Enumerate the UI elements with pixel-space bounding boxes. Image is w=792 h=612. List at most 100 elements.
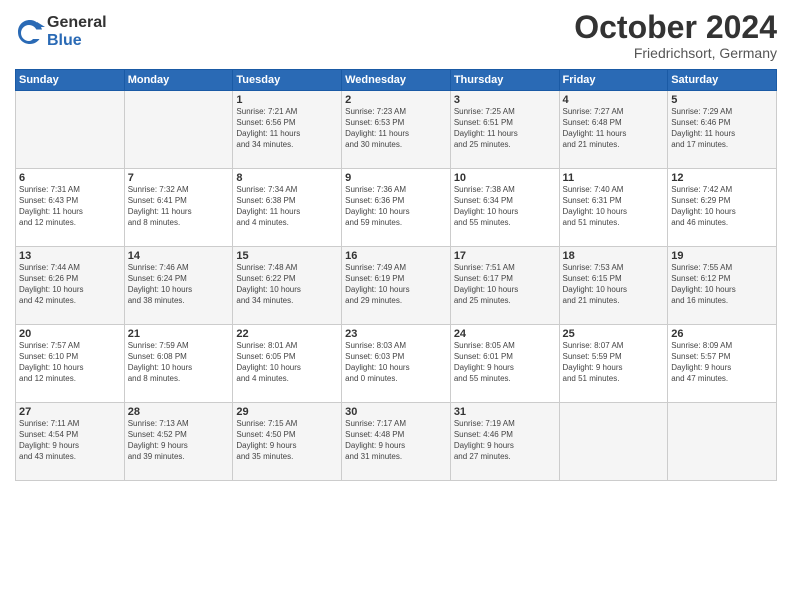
day-cell: 3Sunrise: 7:25 AMSunset: 6:51 PMDaylight…	[450, 91, 559, 169]
day-cell: 2Sunrise: 7:23 AMSunset: 6:53 PMDaylight…	[342, 91, 451, 169]
day-info: Sunrise: 7:21 AMSunset: 6:56 PMDaylight:…	[236, 107, 338, 150]
day-number: 7	[128, 172, 230, 184]
day-info: Sunrise: 7:13 AMSunset: 4:52 PMDaylight:…	[128, 419, 230, 462]
day-number: 27	[19, 406, 121, 418]
col-sunday: Sunday	[16, 70, 125, 91]
day-cell: 13Sunrise: 7:44 AMSunset: 6:26 PMDayligh…	[16, 247, 125, 325]
week-row-5: 27Sunrise: 7:11 AMSunset: 4:54 PMDayligh…	[16, 403, 777, 481]
day-cell: 23Sunrise: 8:03 AMSunset: 6:03 PMDayligh…	[342, 325, 451, 403]
day-info: Sunrise: 7:59 AMSunset: 6:08 PMDaylight:…	[128, 341, 230, 384]
day-number: 8	[236, 172, 338, 184]
day-cell: 19Sunrise: 7:55 AMSunset: 6:12 PMDayligh…	[668, 247, 777, 325]
day-cell: 29Sunrise: 7:15 AMSunset: 4:50 PMDayligh…	[233, 403, 342, 481]
calendar-table: Sunday Monday Tuesday Wednesday Thursday…	[15, 69, 777, 481]
day-cell: 21Sunrise: 7:59 AMSunset: 6:08 PMDayligh…	[124, 325, 233, 403]
col-thursday: Thursday	[450, 70, 559, 91]
day-number: 22	[236, 328, 338, 340]
day-number: 23	[345, 328, 447, 340]
logo-text: General Blue	[47, 14, 107, 49]
day-info: Sunrise: 7:51 AMSunset: 6:17 PMDaylight:…	[454, 263, 556, 306]
day-cell: 30Sunrise: 7:17 AMSunset: 4:48 PMDayligh…	[342, 403, 451, 481]
day-info: Sunrise: 7:36 AMSunset: 6:36 PMDaylight:…	[345, 185, 447, 228]
day-number: 26	[671, 328, 773, 340]
day-number: 20	[19, 328, 121, 340]
day-cell: 26Sunrise: 8:09 AMSunset: 5:57 PMDayligh…	[668, 325, 777, 403]
day-info: Sunrise: 8:09 AMSunset: 5:57 PMDaylight:…	[671, 341, 773, 384]
day-number: 31	[454, 406, 556, 418]
day-cell: 4Sunrise: 7:27 AMSunset: 6:48 PMDaylight…	[559, 91, 668, 169]
day-info: Sunrise: 8:05 AMSunset: 6:01 PMDaylight:…	[454, 341, 556, 384]
day-cell	[559, 403, 668, 481]
col-saturday: Saturday	[668, 70, 777, 91]
calendar-page: General Blue October 2024 Friedrichsort,…	[0, 0, 792, 612]
day-number: 30	[345, 406, 447, 418]
day-number: 21	[128, 328, 230, 340]
day-number: 13	[19, 250, 121, 262]
day-number: 2	[345, 94, 447, 106]
day-number: 24	[454, 328, 556, 340]
day-cell: 25Sunrise: 8:07 AMSunset: 5:59 PMDayligh…	[559, 325, 668, 403]
day-info: Sunrise: 7:44 AMSunset: 6:26 PMDaylight:…	[19, 263, 121, 306]
day-number: 10	[454, 172, 556, 184]
day-cell: 24Sunrise: 8:05 AMSunset: 6:01 PMDayligh…	[450, 325, 559, 403]
day-number: 17	[454, 250, 556, 262]
logo-general-text: General	[47, 14, 107, 32]
location-subtitle: Friedrichsort, Germany	[574, 45, 777, 61]
day-info: Sunrise: 8:01 AMSunset: 6:05 PMDaylight:…	[236, 341, 338, 384]
day-info: Sunrise: 7:32 AMSunset: 6:41 PMDaylight:…	[128, 185, 230, 228]
day-info: Sunrise: 7:29 AMSunset: 6:46 PMDaylight:…	[671, 107, 773, 150]
day-number: 18	[563, 250, 665, 262]
col-wednesday: Wednesday	[342, 70, 451, 91]
logo-icon	[15, 17, 45, 47]
col-monday: Monday	[124, 70, 233, 91]
day-cell: 20Sunrise: 7:57 AMSunset: 6:10 PMDayligh…	[16, 325, 125, 403]
day-cell: 12Sunrise: 7:42 AMSunset: 6:29 PMDayligh…	[668, 169, 777, 247]
day-cell: 14Sunrise: 7:46 AMSunset: 6:24 PMDayligh…	[124, 247, 233, 325]
day-cell: 15Sunrise: 7:48 AMSunset: 6:22 PMDayligh…	[233, 247, 342, 325]
day-info: Sunrise: 7:53 AMSunset: 6:15 PMDaylight:…	[563, 263, 665, 306]
day-number: 14	[128, 250, 230, 262]
day-cell: 28Sunrise: 7:13 AMSunset: 4:52 PMDayligh…	[124, 403, 233, 481]
day-number: 6	[19, 172, 121, 184]
day-info: Sunrise: 7:31 AMSunset: 6:43 PMDaylight:…	[19, 185, 121, 228]
header-row: Sunday Monday Tuesday Wednesday Thursday…	[16, 70, 777, 91]
day-info: Sunrise: 8:03 AMSunset: 6:03 PMDaylight:…	[345, 341, 447, 384]
day-info: Sunrise: 8:07 AMSunset: 5:59 PMDaylight:…	[563, 341, 665, 384]
title-block: October 2024 Friedrichsort, Germany	[574, 10, 777, 61]
day-number: 15	[236, 250, 338, 262]
col-friday: Friday	[559, 70, 668, 91]
day-number: 29	[236, 406, 338, 418]
day-cell: 1Sunrise: 7:21 AMSunset: 6:56 PMDaylight…	[233, 91, 342, 169]
day-cell: 6Sunrise: 7:31 AMSunset: 6:43 PMDaylight…	[16, 169, 125, 247]
day-number: 19	[671, 250, 773, 262]
day-number: 1	[236, 94, 338, 106]
day-info: Sunrise: 7:48 AMSunset: 6:22 PMDaylight:…	[236, 263, 338, 306]
logo: General Blue	[15, 14, 107, 49]
day-cell: 16Sunrise: 7:49 AMSunset: 6:19 PMDayligh…	[342, 247, 451, 325]
day-number: 28	[128, 406, 230, 418]
day-cell	[668, 403, 777, 481]
day-info: Sunrise: 7:19 AMSunset: 4:46 PMDaylight:…	[454, 419, 556, 462]
day-info: Sunrise: 7:57 AMSunset: 6:10 PMDaylight:…	[19, 341, 121, 384]
day-number: 16	[345, 250, 447, 262]
week-row-4: 20Sunrise: 7:57 AMSunset: 6:10 PMDayligh…	[16, 325, 777, 403]
day-info: Sunrise: 7:27 AMSunset: 6:48 PMDaylight:…	[563, 107, 665, 150]
day-cell: 9Sunrise: 7:36 AMSunset: 6:36 PMDaylight…	[342, 169, 451, 247]
logo-blue-text: Blue	[47, 32, 107, 50]
day-cell: 31Sunrise: 7:19 AMSunset: 4:46 PMDayligh…	[450, 403, 559, 481]
day-cell: 18Sunrise: 7:53 AMSunset: 6:15 PMDayligh…	[559, 247, 668, 325]
day-info: Sunrise: 7:15 AMSunset: 4:50 PMDaylight:…	[236, 419, 338, 462]
day-info: Sunrise: 7:25 AMSunset: 6:51 PMDaylight:…	[454, 107, 556, 150]
day-number: 25	[563, 328, 665, 340]
day-number: 11	[563, 172, 665, 184]
day-info: Sunrise: 7:55 AMSunset: 6:12 PMDaylight:…	[671, 263, 773, 306]
week-row-3: 13Sunrise: 7:44 AMSunset: 6:26 PMDayligh…	[16, 247, 777, 325]
day-number: 3	[454, 94, 556, 106]
day-info: Sunrise: 7:38 AMSunset: 6:34 PMDaylight:…	[454, 185, 556, 228]
day-info: Sunrise: 7:11 AMSunset: 4:54 PMDaylight:…	[19, 419, 121, 462]
header: General Blue October 2024 Friedrichsort,…	[15, 10, 777, 61]
day-cell: 11Sunrise: 7:40 AMSunset: 6:31 PMDayligh…	[559, 169, 668, 247]
day-info: Sunrise: 7:49 AMSunset: 6:19 PMDaylight:…	[345, 263, 447, 306]
col-tuesday: Tuesday	[233, 70, 342, 91]
day-info: Sunrise: 7:17 AMSunset: 4:48 PMDaylight:…	[345, 419, 447, 462]
